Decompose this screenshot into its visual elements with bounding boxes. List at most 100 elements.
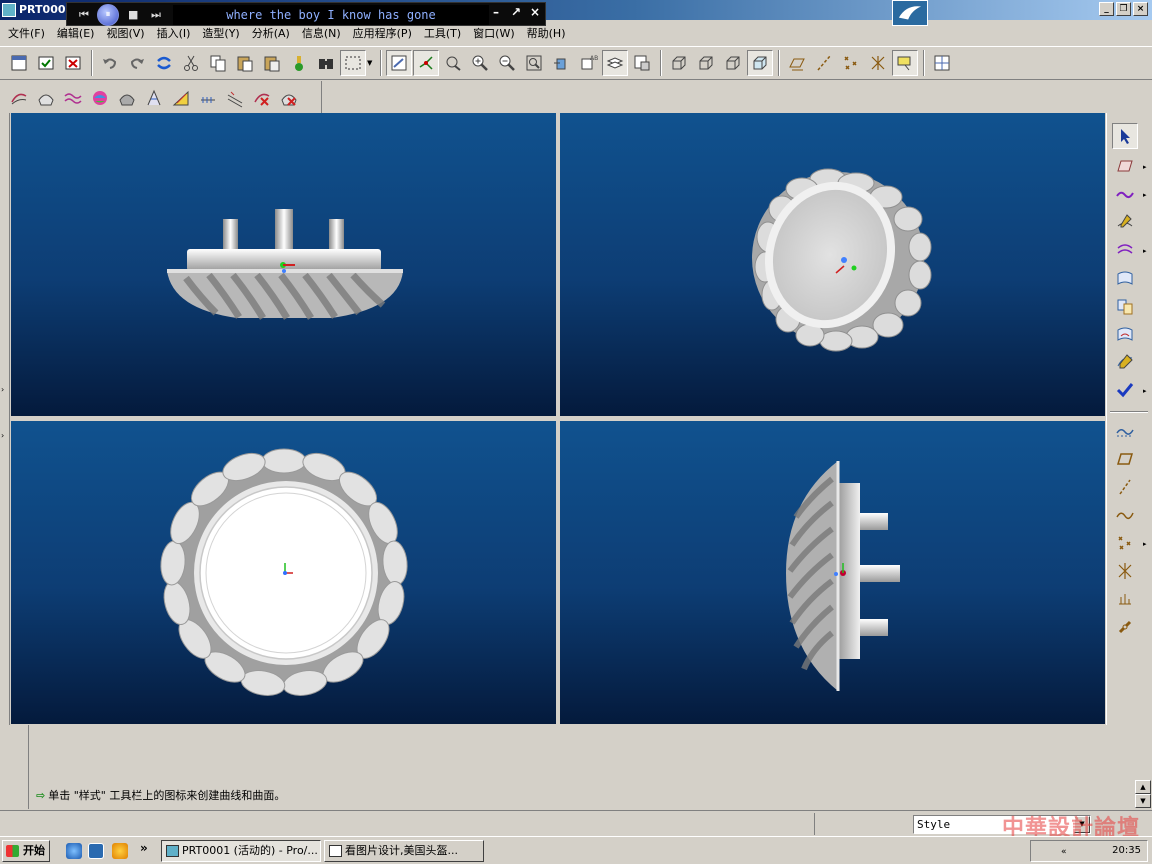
menu-edit[interactable]: 编辑(E) (57, 25, 95, 41)
select-arrow-icon[interactable] (1112, 123, 1138, 149)
zoom-in-icon[interactable] (467, 50, 493, 76)
datum-axes-icon[interactable] (811, 50, 837, 76)
saved-views-icon[interactable]: AB (575, 50, 601, 76)
spin-center-icon[interactable] (413, 50, 440, 76)
viewport-top[interactable] (11, 421, 556, 724)
circle-arc-flyout-icon[interactable]: ▸ (1143, 247, 1147, 255)
taskbar-item-browser[interactable]: 看图片设计,美国头盔... (324, 840, 484, 862)
datum-planes-icon[interactable] (784, 50, 810, 76)
new-window-icon[interactable] (6, 50, 32, 76)
regenerate-icon[interactable] (151, 50, 177, 76)
create-curve-icon[interactable] (1112, 181, 1138, 207)
splitter-arrow-icon[interactable]: › (1, 385, 4, 394)
plane-icon[interactable] (1112, 446, 1138, 472)
menu-info[interactable]: 信息(N) (302, 25, 341, 41)
find-icon[interactable] (313, 50, 339, 76)
style-section-icon[interactable] (195, 85, 221, 111)
paste-icon[interactable] (232, 50, 258, 76)
create-curve-flyout-icon[interactable]: ▸ (1143, 191, 1147, 199)
menu-style[interactable]: 造型(Y) (202, 25, 239, 41)
curve-edit-icon[interactable] (1112, 349, 1138, 375)
style-curvature-icon[interactable] (60, 85, 86, 111)
wireframe-icon[interactable] (666, 50, 692, 76)
orient-mode-icon[interactable] (440, 50, 466, 76)
menu-applications[interactable]: 应用程序(P) (353, 25, 412, 41)
curve-on-surface-icon[interactable] (1112, 209, 1138, 235)
style-curve-icon[interactable] (6, 85, 32, 111)
datum-points-icon[interactable] (838, 50, 864, 76)
restore-button[interactable]: ❐ (1116, 2, 1131, 16)
menu-file[interactable]: 文件(F) (8, 25, 45, 41)
curve-datum-icon[interactable] (1112, 502, 1138, 528)
grid-snap-icon[interactable] (929, 50, 955, 76)
coordinate-systems-icon[interactable] (865, 50, 891, 76)
chain-icon[interactable] (1112, 614, 1138, 640)
player-minimize-button[interactable]: – (493, 5, 499, 19)
left-splitter[interactable]: › › (0, 113, 10, 725)
refit-icon[interactable] (521, 50, 547, 76)
zoom-out-icon[interactable] (494, 50, 520, 76)
ie-icon[interactable] (66, 843, 82, 859)
paste-special-icon[interactable] (259, 50, 285, 76)
surface-trim-icon[interactable] (1112, 321, 1138, 347)
splitter-arrow-icon[interactable]: › (1, 431, 4, 440)
message-scrollbar[interactable]: ▲ ▼ (1135, 780, 1151, 808)
circle-arc-icon[interactable] (1112, 237, 1138, 263)
point-flyout-icon[interactable]: ▸ (1143, 540, 1147, 548)
previous-track-button[interactable]: ⏮ (79, 8, 89, 22)
axis-icon[interactable] (1112, 474, 1138, 500)
repaint-icon[interactable] (386, 50, 413, 76)
tray-expand-icon[interactable]: « (1061, 847, 1067, 857)
style-delete-surface-icon[interactable] (276, 85, 302, 111)
analysis-icon[interactable] (1112, 586, 1138, 612)
scroll-down-icon[interactable]: ▼ (1135, 794, 1151, 808)
reorient-icon[interactable] (548, 50, 574, 76)
style-offset-icon[interactable] (222, 85, 248, 111)
surface-connect-icon[interactable] (1112, 293, 1138, 319)
boundary-surface-icon[interactable] (1112, 265, 1138, 291)
desktop-icon[interactable] (88, 843, 104, 859)
selection-dropdown-icon[interactable]: ▼ (367, 59, 372, 67)
viewport-front[interactable] (11, 113, 556, 416)
player-restore-button[interactable]: ↗ (511, 5, 521, 19)
active-plane-icon[interactable] (1112, 153, 1138, 179)
close-button[interactable]: × (1133, 2, 1148, 16)
csys-icon[interactable] (1112, 558, 1138, 584)
menu-help[interactable]: 帮助(H) (527, 25, 566, 41)
next-track-button[interactable]: ⏭ (151, 8, 161, 22)
scroll-up-icon[interactable]: ▲ (1135, 780, 1151, 794)
player-close-button[interactable]: × (530, 5, 540, 19)
close-window-icon[interactable] (60, 50, 86, 76)
selection-filter[interactable]: Style ▼ (913, 815, 1091, 834)
undo-icon[interactable] (97, 50, 123, 76)
cut-icon[interactable] (178, 50, 204, 76)
redo-icon[interactable] (124, 50, 150, 76)
view-manager-icon[interactable] (629, 50, 655, 76)
quicklaunch-chevron-icon[interactable]: » (140, 841, 148, 855)
style-draft-icon[interactable] (141, 85, 167, 111)
no-hidden-icon[interactable] (720, 50, 746, 76)
style-reflection-icon[interactable] (87, 85, 113, 111)
viewport-trimetric[interactable] (560, 113, 1105, 416)
done-checkmark-icon[interactable] (1112, 377, 1138, 403)
sketch-icon[interactable] (1112, 418, 1138, 444)
messenger-icon[interactable] (112, 843, 128, 859)
shading-icon[interactable] (747, 50, 774, 76)
selection-box-icon[interactable] (340, 50, 366, 76)
style-slope-icon[interactable] (168, 85, 194, 111)
style-shade-icon[interactable] (114, 85, 140, 111)
graphics-area[interactable] (11, 113, 1105, 725)
menu-window[interactable]: 窗口(W) (473, 25, 514, 41)
clock[interactable]: 20:35 (1112, 845, 1141, 856)
done-flyout-icon[interactable]: ▸ (1143, 387, 1147, 395)
menu-view[interactable]: 视图(V) (106, 25, 144, 41)
menu-tools[interactable]: 工具(T) (424, 25, 461, 41)
style-surface-icon[interactable] (33, 85, 59, 111)
activate-window-icon[interactable] (33, 50, 59, 76)
annotation-display-icon[interactable] (892, 50, 919, 76)
start-button[interactable]: 开始 (2, 840, 50, 862)
taskbar-item-proe[interactable]: PRT0001 (活动的) - Pro/... (161, 840, 321, 862)
menu-analysis[interactable]: 分析(A) (252, 25, 290, 41)
stop-button[interactable]: ■ (128, 8, 138, 21)
model-tree-icon[interactable] (286, 50, 312, 76)
